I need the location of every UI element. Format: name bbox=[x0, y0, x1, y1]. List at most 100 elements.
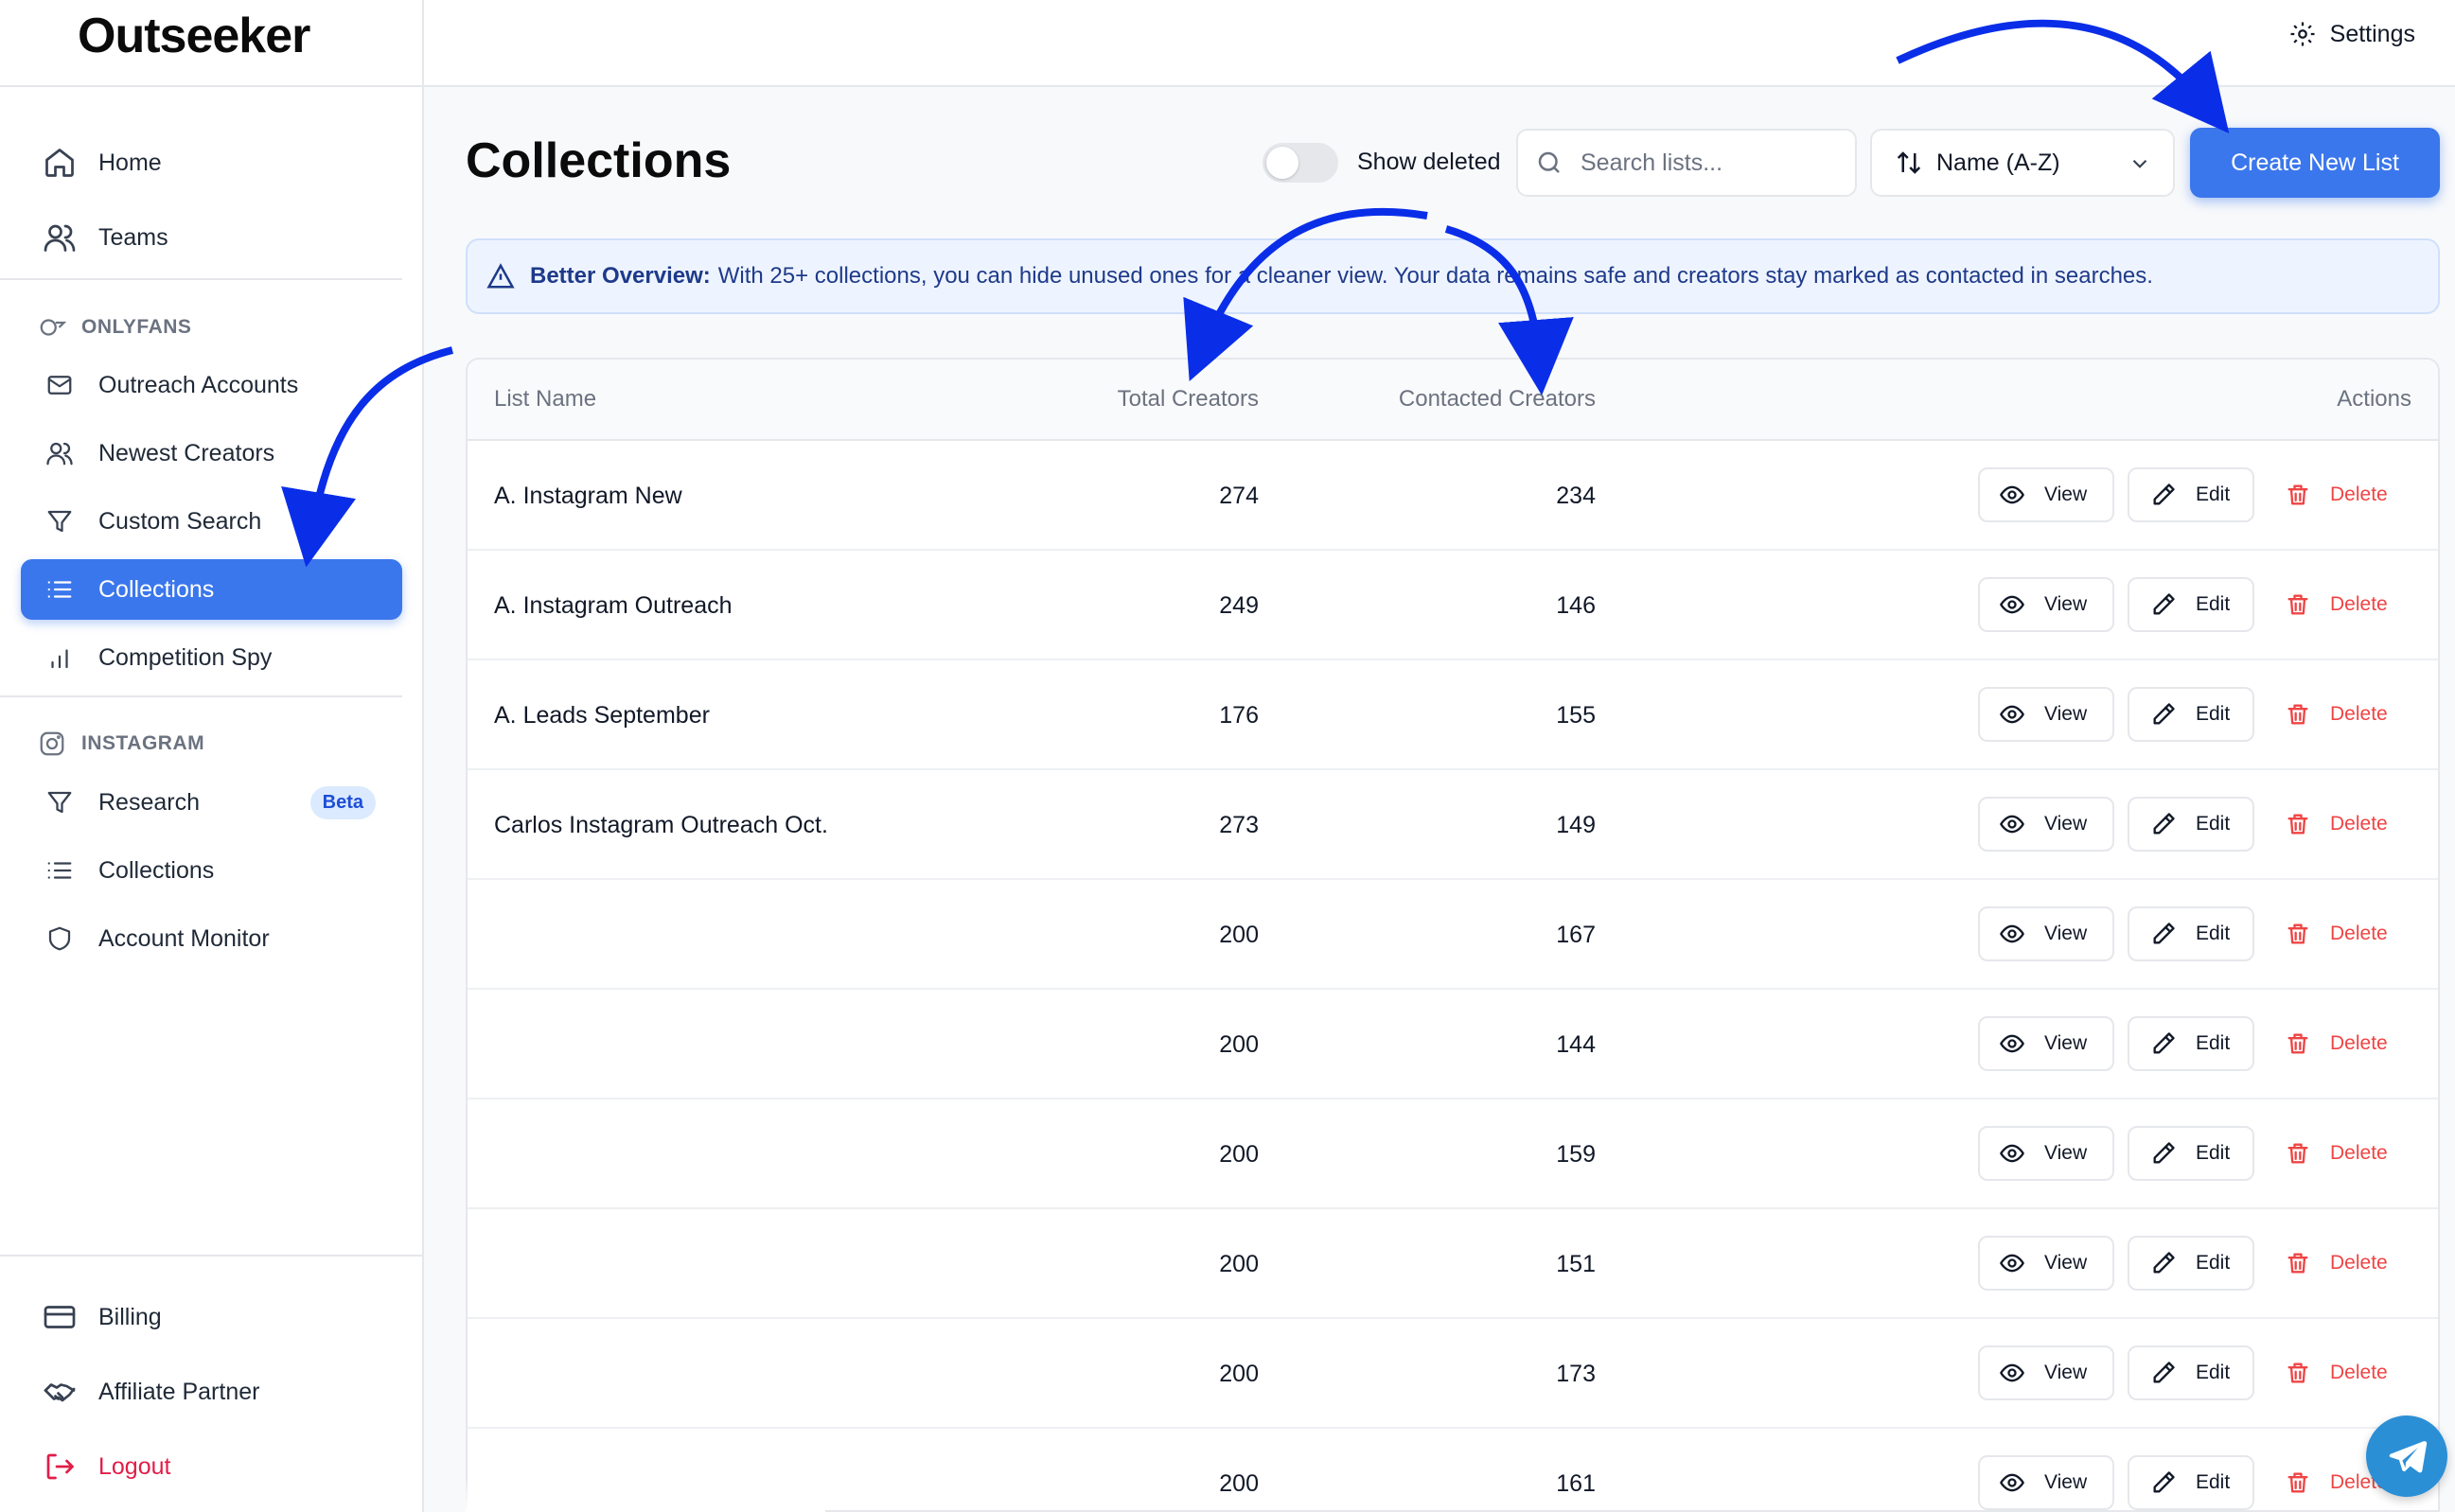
sort-value: Name (A-Z) bbox=[1936, 149, 2060, 176]
delete-button[interactable]: Delete bbox=[2273, 1345, 2415, 1400]
col-header-total-creators: Total Creators bbox=[1117, 386, 1259, 412]
delete-button[interactable]: Delete bbox=[2273, 577, 2415, 632]
edit-button[interactable]: Edit bbox=[2128, 577, 2254, 632]
sidebar-item-custom-search[interactable]: Custom Search bbox=[21, 491, 402, 552]
table-header: List Name Total Creators Contacted Creat… bbox=[468, 360, 2438, 441]
eye-icon bbox=[2000, 705, 2024, 724]
pencil-icon bbox=[2153, 813, 2175, 835]
sidebar-item-newest-creators[interactable]: Newest Creators bbox=[21, 423, 402, 483]
delete-button[interactable]: Delete bbox=[2273, 906, 2415, 961]
edit-button[interactable]: Edit bbox=[2128, 1345, 2254, 1400]
edit-button[interactable]: Edit bbox=[2128, 797, 2254, 852]
view-label: View bbox=[2044, 593, 2088, 615]
contacted-creators-cell: 173 bbox=[1556, 1361, 1596, 1387]
view-button[interactable]: View bbox=[1978, 577, 2114, 632]
edit-label: Edit bbox=[2196, 923, 2231, 944]
edit-button[interactable]: Edit bbox=[2128, 1016, 2254, 1071]
view-button[interactable]: View bbox=[1978, 1236, 2114, 1291]
eye-icon bbox=[2000, 485, 2024, 504]
onlyfans-icon bbox=[40, 319, 66, 336]
trash-icon bbox=[2287, 1472, 2308, 1493]
edit-label: Edit bbox=[2196, 1362, 2231, 1383]
app-logo[interactable]: Outseeker bbox=[78, 8, 310, 64]
delete-button[interactable]: Delete bbox=[2273, 1126, 2415, 1181]
sidebar-item-label: Collections bbox=[98, 856, 215, 884]
sidebar-item-label: Outreach Accounts bbox=[98, 371, 299, 398]
list-name-cell[interactable]: A. Leads September bbox=[494, 702, 710, 730]
table-row: A. Leads September 176 155 View Edit Del… bbox=[468, 660, 2438, 770]
sidebar-item-label: Logout bbox=[98, 1452, 171, 1480]
view-label: View bbox=[2044, 1471, 2088, 1493]
pencil-icon bbox=[2153, 1142, 2175, 1164]
sidebar-item-account-monitor[interactable]: Account Monitor bbox=[21, 908, 402, 969]
edit-label: Edit bbox=[2196, 1142, 2231, 1164]
list-name-cell[interactable]: Carlos Instagram Outreach Oct. bbox=[494, 812, 828, 839]
delete-button[interactable]: Delete bbox=[2273, 687, 2415, 742]
sidebar-item-collections-onlyfans[interactable]: Collections bbox=[21, 559, 402, 620]
credit-card-icon bbox=[44, 1306, 76, 1328]
delete-button[interactable]: Delete bbox=[2273, 1016, 2415, 1071]
delete-label: Delete bbox=[2330, 703, 2388, 725]
edit-button[interactable]: Edit bbox=[2128, 906, 2254, 961]
settings-button[interactable]: Settings bbox=[2288, 15, 2415, 53]
telegram-chat-button[interactable] bbox=[2366, 1415, 2447, 1497]
sidebar-item-research[interactable]: Research Beta bbox=[21, 772, 402, 833]
eye-icon bbox=[2000, 815, 2024, 834]
table-row: A. Instagram Outreach 249 146 View Edit … bbox=[468, 551, 2438, 660]
sidebar-divider bbox=[0, 278, 402, 280]
list-name-cell[interactable]: A. Instagram Outreach bbox=[494, 592, 733, 620]
total-creators-cell: 200 bbox=[1219, 1141, 1259, 1168]
show-deleted-toggle[interactable] bbox=[1263, 143, 1338, 183]
trash-icon bbox=[2287, 704, 2308, 725]
table-row: 200 173 View Edit Delete bbox=[468, 1319, 2438, 1429]
table-row: A. Instagram New 274 234 View Edit Delet… bbox=[468, 441, 2438, 551]
search-input[interactable] bbox=[1581, 149, 1827, 177]
sidebar-item-label: Affiliate Partner bbox=[98, 1378, 260, 1405]
create-new-list-button[interactable]: Create New List bbox=[2190, 128, 2440, 198]
sidebar-item-home[interactable]: Home bbox=[21, 132, 402, 193]
collections-table: List Name Total Creators Contacted Creat… bbox=[466, 358, 2440, 1512]
trash-icon bbox=[2287, 923, 2308, 944]
mail-icon bbox=[47, 376, 72, 395]
view-button[interactable]: View bbox=[1978, 1016, 2114, 1071]
pencil-icon bbox=[2153, 703, 2175, 725]
sort-select[interactable]: Name (A-Z) bbox=[1870, 129, 2175, 197]
sidebar-item-outreach-accounts[interactable]: Outreach Accounts bbox=[21, 355, 402, 415]
eye-icon bbox=[2000, 1363, 2024, 1382]
section-label-onlyfans: ONLYFANS bbox=[38, 308, 191, 346]
sidebar-item-logout[interactable]: Logout bbox=[21, 1436, 402, 1497]
edit-button[interactable]: Edit bbox=[2128, 1455, 2254, 1510]
edit-button[interactable]: Edit bbox=[2128, 1126, 2254, 1181]
sidebar-item-competition-spy[interactable]: Competition Spy bbox=[21, 627, 402, 688]
view-button[interactable]: View bbox=[1978, 1455, 2114, 1510]
pencil-icon bbox=[2153, 483, 2175, 505]
sidebar-item-teams[interactable]: Teams bbox=[21, 207, 402, 268]
view-button[interactable]: View bbox=[1978, 797, 2114, 852]
sidebar-item-affiliate-partner[interactable]: Affiliate Partner bbox=[21, 1362, 402, 1422]
contacted-creators-cell: 234 bbox=[1556, 483, 1596, 509]
delete-button[interactable]: Delete bbox=[2273, 1236, 2415, 1291]
edit-button[interactable]: Edit bbox=[2128, 687, 2254, 742]
view-label: View bbox=[2044, 923, 2088, 944]
sidebar-item-collections-instagram[interactable]: Collections bbox=[21, 840, 402, 901]
telegram-icon bbox=[2389, 1441, 2428, 1473]
view-button[interactable]: View bbox=[1978, 906, 2114, 961]
sidebar-item-billing[interactable]: Billing bbox=[21, 1287, 402, 1347]
edit-button[interactable]: Edit bbox=[2128, 1236, 2254, 1291]
delete-button[interactable]: Delete bbox=[2273, 797, 2415, 852]
trash-icon bbox=[2287, 1033, 2308, 1054]
view-button[interactable]: View bbox=[1978, 1126, 2114, 1181]
shield-icon bbox=[48, 926, 71, 951]
toggle-knob bbox=[1266, 147, 1298, 179]
table-row: 200 151 View Edit Delete bbox=[468, 1209, 2438, 1319]
delete-button[interactable]: Delete bbox=[2273, 467, 2415, 522]
view-button[interactable]: View bbox=[1978, 1345, 2114, 1400]
total-creators-cell: 200 bbox=[1219, 1470, 1259, 1497]
col-header-actions: Actions bbox=[2337, 386, 2411, 412]
view-button[interactable]: View bbox=[1978, 687, 2114, 742]
list-name-cell[interactable]: A. Instagram New bbox=[494, 483, 682, 510]
edit-button[interactable]: Edit bbox=[2128, 467, 2254, 522]
home-icon bbox=[45, 149, 74, 177]
view-button[interactable]: View bbox=[1978, 467, 2114, 522]
delete-label: Delete bbox=[2330, 1032, 2388, 1054]
